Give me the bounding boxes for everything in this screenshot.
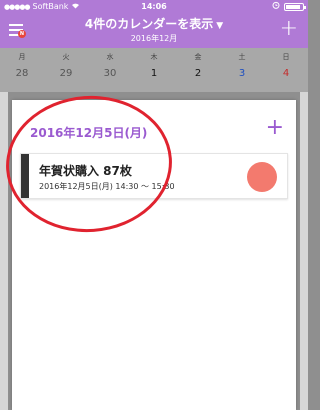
- add-event-button[interactable]: +: [280, 17, 298, 41]
- date-cell[interactable]: 1: [132, 68, 176, 79]
- page-title-row: 4件のカレンダーを表示 ▼: [50, 16, 258, 34]
- weekday-label: 土: [238, 53, 246, 61]
- date-cell[interactable]: 3: [220, 68, 264, 79]
- page-title: 4件のカレンダーを表示: [84, 17, 214, 31]
- add-event-to-day-button[interactable]: +: [266, 116, 284, 140]
- status-right-group: [272, 1, 306, 13]
- weekday-label: 木: [150, 53, 158, 61]
- menu-bar-icon: [9, 24, 23, 26]
- app-screen: ●●●●● SoftBank 14:06 N 4件のカレンダーを表示 ▼ 2016…: [0, 0, 308, 410]
- event-time: 2016年12月5日(月) 14:30 〜 15:30: [39, 182, 175, 191]
- date-cell[interactable]: 30: [88, 68, 132, 79]
- weekday-label: 金: [194, 53, 202, 61]
- left-divider: [0, 92, 8, 410]
- weekday-label: 日: [282, 53, 290, 61]
- weekday-label: 月: [18, 53, 26, 61]
- date-cell[interactable]: 29: [44, 68, 88, 79]
- alarm-icon: [272, 1, 280, 13]
- month-subtitle: 2016年12月: [130, 34, 178, 43]
- event-color-bar: [21, 154, 29, 198]
- battery-icon: [284, 3, 306, 11]
- weekday-label: 火: [62, 53, 70, 61]
- app-header: ●●●●● SoftBank 14:06 N 4件のカレンダーを表示 ▼ 2016…: [0, 0, 308, 48]
- selected-date-label: 2016年12月5日(月): [30, 126, 148, 140]
- menu-button[interactable]: N: [9, 24, 26, 38]
- notification-badge: N: [18, 30, 26, 38]
- day-detail-panel: 2016年12月5日(月) + 年賀状購入 87枚 2016年12月5日(月) …: [12, 100, 296, 410]
- status-time: 14:06: [141, 2, 167, 11]
- calendar-selector[interactable]: 4件のカレンダーを表示 ▼ 2016年12月: [50, 16, 258, 44]
- event-title: 年賀状購入 87枚: [39, 164, 132, 178]
- date-cell[interactable]: 28: [0, 68, 44, 79]
- week-strip: 月 28 火 29 水 30 木 1 金 2 土 3 日 4: [0, 48, 308, 92]
- date-cell[interactable]: 2: [176, 68, 220, 79]
- event-color-dot[interactable]: [247, 162, 277, 192]
- right-divider: [300, 92, 308, 410]
- date-cell[interactable]: 4: [264, 68, 308, 79]
- weekday-label: 水: [106, 53, 114, 61]
- event-card[interactable]: 年賀状購入 87枚 2016年12月5日(月) 14:30 〜 15:30: [20, 153, 288, 199]
- chevron-down-icon: ▼: [216, 21, 224, 31]
